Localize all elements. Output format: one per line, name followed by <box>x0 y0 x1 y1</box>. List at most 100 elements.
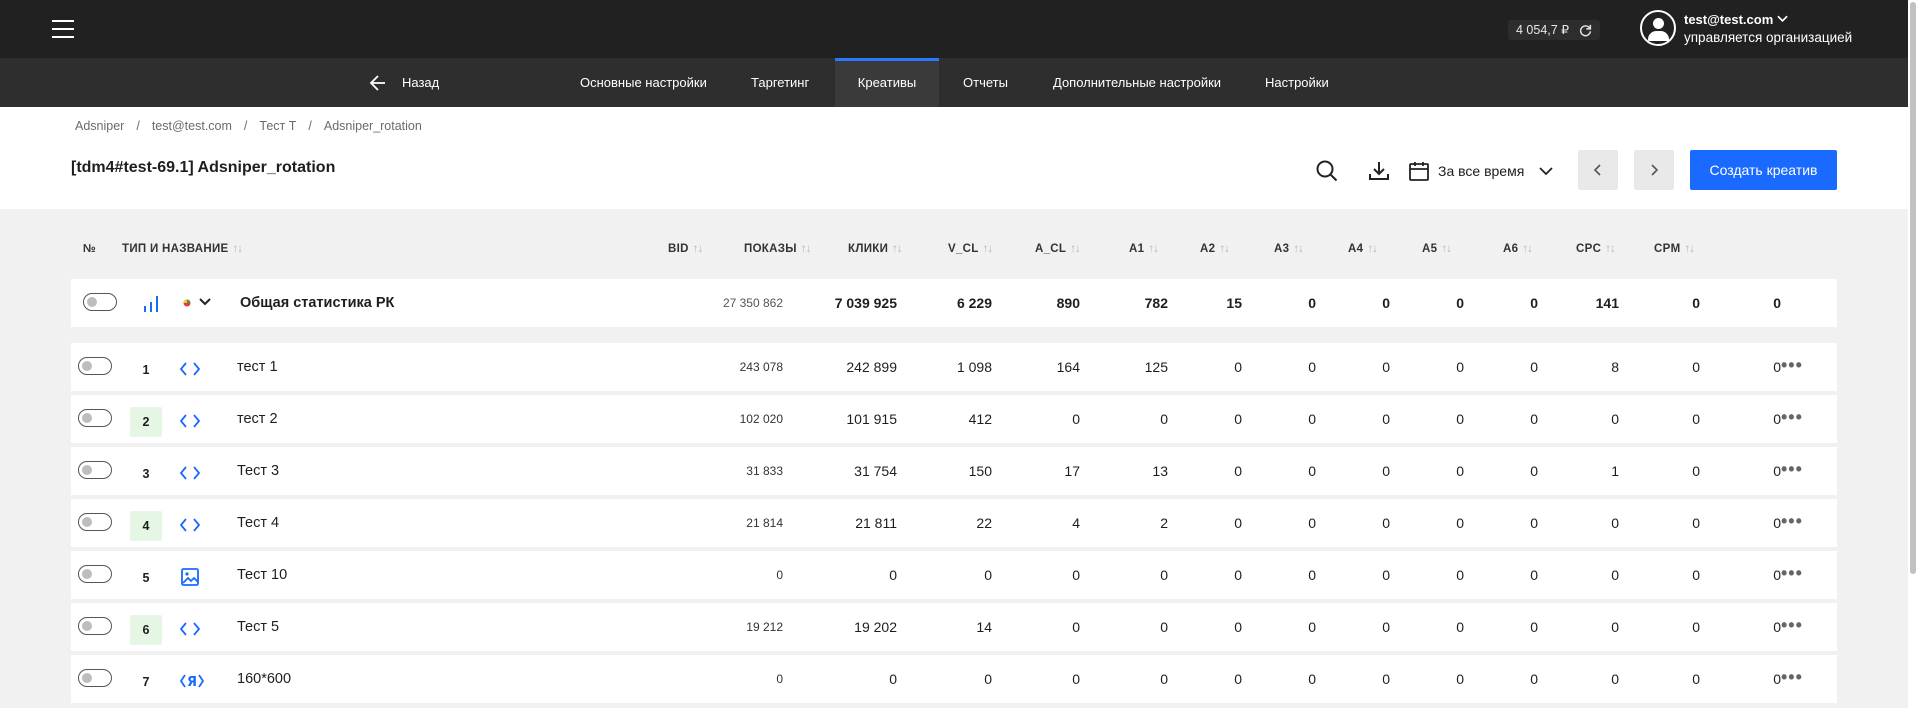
chevron-down-icon[interactable] <box>198 297 212 307</box>
more-icon[interactable]: ••• <box>1781 603 1803 647</box>
sort-icon[interactable]: ↑↓ <box>1148 243 1158 255</box>
sort-icon[interactable]: ↑↓ <box>1070 243 1080 255</box>
download-icon <box>1369 162 1389 180</box>
refresh-icon[interactable] <box>1579 24 1592 37</box>
yandex-code-icon[interactable]: Я <box>179 670 205 692</box>
user-menu[interactable]: test@test.com управляется организацией <box>1640 10 1852 46</box>
more-icon[interactable]: ••• <box>1781 395 1803 439</box>
back-button[interactable]: Назад <box>368 58 439 107</box>
prev-button[interactable] <box>1578 150 1618 190</box>
col-header-a3[interactable]: A3 ↑↓ <box>1274 243 1304 255</box>
row-toggle[interactable] <box>78 461 112 479</box>
sort-icon[interactable]: ↑↓ <box>1605 243 1615 255</box>
col-header-a5[interactable]: A5 ↑↓ <box>1422 243 1452 255</box>
breadcrumb-item[interactable]: Adsniper <box>75 119 124 133</box>
sort-icon[interactable]: ↑↓ <box>1367 243 1377 255</box>
search-button[interactable] <box>1313 157 1341 185</box>
code-icon[interactable] <box>179 410 201 432</box>
row-toggle[interactable] <box>78 617 112 635</box>
sort-icon[interactable]: ↑↓ <box>1684 243 1694 255</box>
col-header-a2[interactable]: A2 ↑↓ <box>1200 243 1230 255</box>
summary-toggle[interactable] <box>83 293 117 311</box>
code-icon[interactable] <box>179 358 201 380</box>
bar-chart-icon[interactable] <box>142 293 162 313</box>
row-toggle[interactable] <box>78 357 112 375</box>
tab-settings[interactable]: Настройки <box>1265 58 1329 107</box>
row-name[interactable]: тест 1 <box>237 343 278 391</box>
balance-badge[interactable]: 4 054,7 ₽ <box>1508 20 1601 40</box>
table-row[interactable]: 3 Тест 3 31 833 31 754 150 17 13 0 0 0 0 0 1 0 0 ••• <box>71 447 1837 495</box>
more-icon[interactable]: ••• <box>1781 551 1803 595</box>
next-button[interactable] <box>1634 150 1674 190</box>
download-button[interactable] <box>1365 157 1393 185</box>
user-email-row[interactable]: test@test.com <box>1684 12 1852 27</box>
row-toggle[interactable] <box>78 565 112 583</box>
row-name[interactable]: Тест 3 <box>237 447 279 495</box>
table-row[interactable]: 5 Тест 10 0 0 0 0 0 0 0 0 0 0 0 0 0 ••• <box>71 551 1837 599</box>
col-header-clicks[interactable]: КЛИКИ ↑↓ <box>848 243 903 255</box>
sort-icon[interactable]: ↑↓ <box>983 243 993 255</box>
user-email: test@test.com <box>1684 11 1774 27</box>
scrollbar-thumb[interactable] <box>1910 2 1916 574</box>
sort-icon[interactable]: ↑↓ <box>233 243 243 255</box>
col-header-bid[interactable]: BID ↑↓ <box>668 243 703 255</box>
code-icon[interactable] <box>179 618 201 640</box>
row-a-cl: 125 <box>1144 359 1168 375</box>
table-row[interactable]: 7 Я 160*600 0 0 0 0 0 0 0 0 0 0 0 0 0 ••• <box>71 655 1837 703</box>
tab-additional-settings[interactable]: Дополнительные настройки <box>1053 58 1221 107</box>
code-icon[interactable] <box>179 462 201 484</box>
summary-a4: 0 <box>1456 295 1464 311</box>
row-toggle[interactable] <box>78 513 112 531</box>
col-header-a6[interactable]: A6 ↑↓ <box>1503 243 1533 255</box>
col-header-v-cl[interactable]: V_CL ↑↓ <box>948 243 993 255</box>
table-row[interactable]: 6 Тест 5 19 212 19 202 14 0 0 0 0 0 0 0 0 0 0 ••• <box>71 603 1837 651</box>
image-icon[interactable] <box>179 566 201 588</box>
col-header-a1[interactable]: A1 ↑↓ <box>1129 243 1159 255</box>
more-icon[interactable]: ••• <box>1781 655 1803 699</box>
period-select[interactable]: За все время <box>1408 157 1554 185</box>
col-header-a4[interactable]: A4 ↑↓ <box>1348 243 1378 255</box>
sort-icon[interactable]: ↑↓ <box>892 243 902 255</box>
tab-reports[interactable]: Отчеты <box>963 58 1008 107</box>
row-bid: 243 078 <box>739 360 783 374</box>
more-icon[interactable]: ••• <box>1781 447 1803 491</box>
breadcrumb-item[interactable]: Тест Т <box>259 119 296 133</box>
sort-icon[interactable]: ↑↓ <box>1293 243 1303 255</box>
row-name[interactable]: Тест 10 <box>237 551 287 599</box>
create-creative-button[interactable]: Создать креатив <box>1690 150 1837 190</box>
col-header-impressions[interactable]: ПОКАЗЫ ↑↓ <box>744 243 811 255</box>
col-header-cpc[interactable]: CPC ↑↓ <box>1576 243 1616 255</box>
sort-icon[interactable]: ↑↓ <box>801 243 811 255</box>
chevron-down-icon <box>1539 167 1553 176</box>
more-icon[interactable]: ••• <box>1781 499 1803 543</box>
row-bid: 0 <box>776 672 783 686</box>
page-header: Adsniper / test@test.com / Тест Т / Adsnipe… <box>0 107 1908 209</box>
row-a3: 0 <box>1382 463 1390 479</box>
sort-icon[interactable]: ↑↓ <box>1219 243 1229 255</box>
table-row[interactable]: 1 тест 1 243 078 242 899 1 098 164 125 0 0 0 0 0 8 0 0… <box>71 343 1837 391</box>
tab-basic-settings[interactable]: Основные настройки <box>580 58 707 107</box>
tab-targeting[interactable]: Таргетинг <box>751 58 809 107</box>
sort-icon[interactable]: ↑↓ <box>693 243 703 255</box>
col-header-cpm[interactable]: CPM ↑↓ <box>1654 243 1695 255</box>
sort-icon[interactable]: ↑↓ <box>1522 243 1532 255</box>
menu-icon[interactable] <box>52 20 74 38</box>
row-toggle[interactable] <box>78 669 112 687</box>
row-name[interactable]: 160*600 <box>237 655 291 703</box>
breadcrumb: Adsniper / test@test.com / Тест Т / Adsnipe… <box>75 119 422 133</box>
tab-creatives[interactable]: Креативы <box>835 58 939 107</box>
code-icon[interactable] <box>179 514 201 536</box>
col-header-type-name[interactable]: ТИП И НАЗВАНИЕ ↑↓ <box>122 243 243 255</box>
table-row[interactable]: 2 тест 2 102 020 101 915 412 0 0 0 0 0 0 0 0 0 0 ••• <box>71 395 1837 443</box>
col-header-a-cl[interactable]: A_CL ↑↓ <box>1035 243 1081 255</box>
row-toggle[interactable] <box>78 409 112 427</box>
avatar[interactable] <box>1640 10 1676 46</box>
breadcrumb-item[interactable]: test@test.com <box>152 119 232 133</box>
row-name[interactable]: тест 2 <box>237 395 278 443</box>
more-icon[interactable]: ••• <box>1781 343 1803 387</box>
sort-icon[interactable]: ↑↓ <box>1441 243 1451 255</box>
table-row[interactable]: 4 Тест 4 21 814 21 811 22 4 2 0 0 0 0 0 0 0 0 ••• <box>71 499 1837 547</box>
scrollbar[interactable] <box>1908 0 1918 708</box>
row-name[interactable]: Тест 4 <box>237 499 279 547</box>
row-name[interactable]: Тест 5 <box>237 603 279 651</box>
